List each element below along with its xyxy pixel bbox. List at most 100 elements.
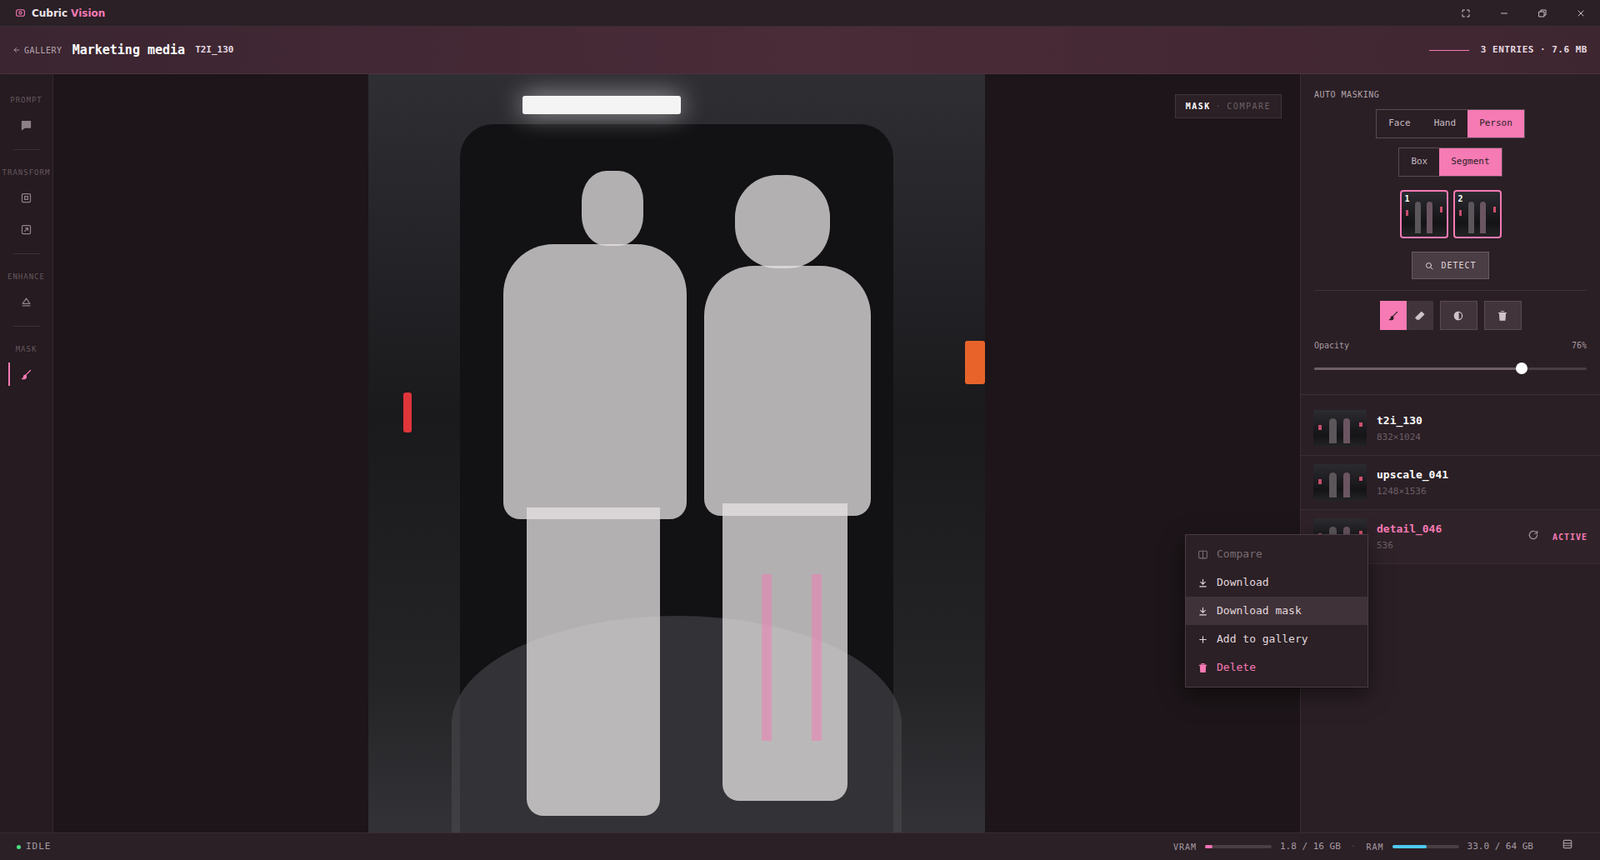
- mask-icon: [20, 368, 33, 381]
- rail-items: [0, 287, 53, 316]
- refresh-icon: [1527, 529, 1540, 541]
- window-control-button[interactable]: [1485, 0, 1524, 26]
- thumb-accent: [1318, 425, 1322, 430]
- detection-thumbnail[interactable]: 2: [1453, 190, 1502, 239]
- thumb-accent: [1440, 206, 1443, 212]
- entry-size: 536: [1376, 540, 1442, 551]
- window-control-button[interactable]: [1446, 0, 1485, 26]
- invert-tool[interactable]: [1440, 300, 1478, 330]
- thumb-figure: [1415, 201, 1422, 234]
- entry-row[interactable]: upscale_041 1248×1536: [1300, 455, 1600, 510]
- rail-item[interactable]: [0, 183, 53, 212]
- context-menu-label[interactable]: Add to gallery: [1216, 630, 1309, 648]
- window-control-button[interactable]: [1523, 0, 1562, 26]
- thumb-figure: [1426, 201, 1433, 234]
- status-text: IDLE: [25, 840, 52, 855]
- entry-row[interactable]: t2i_130 832×1024: [1300, 401, 1600, 456]
- context-menu-item[interactable]: Delete: [1185, 653, 1368, 682]
- crop-icon: [20, 191, 33, 205]
- resize-icon: [20, 223, 33, 236]
- brush-tool[interactable]: [1380, 300, 1407, 330]
- download-icon: [1197, 577, 1209, 589]
- status-state: IDLE: [16, 840, 52, 855]
- app-window: CubricVision GALLERY Marketing media T2I_13…: [0, 0, 1600, 860]
- rail-section: TRANSFORM: [0, 166, 53, 244]
- meter-label: VRAM: [1173, 840, 1197, 854]
- brand-name: CubricVision: [31, 5, 105, 21]
- rail-section-label: ENHANCE: [7, 270, 45, 283]
- meter-fill: [1205, 845, 1213, 849]
- context-menu: Compare Download Download mask Add to galle…: [1185, 534, 1369, 688]
- invert-icon: [1452, 310, 1465, 322]
- photo-red-light: [403, 392, 412, 433]
- detect-label[interactable]: DETECT: [1440, 259, 1476, 272]
- resource-meters: VRAM1.8 / 16 GB·RAM33.0 / 64 GB: [1173, 838, 1574, 855]
- thumb-accent: [1318, 479, 1322, 485]
- rail-item[interactable]: [0, 215, 53, 244]
- entry-name: upscale_041: [1376, 468, 1449, 482]
- mask-body: [503, 244, 687, 520]
- clear-tool[interactable]: [1484, 300, 1522, 330]
- meter-separator: ·: [1349, 840, 1359, 855]
- rail-items: [0, 110, 53, 140]
- inspector-panel: AUTO MASKINGFaceHandPersonBoxSegment12DE…: [1300, 74, 1600, 833]
- rail-items: [0, 360, 53, 389]
- mask-legs: [526, 507, 660, 816]
- toggle-separator: ·: [1215, 100, 1223, 113]
- segment-button[interactable]: Segment: [1439, 148, 1501, 176]
- thumb-accent: [1493, 206, 1496, 212]
- title-bar: CubricVision: [0, 0, 1600, 27]
- detection-number: 1: [1405, 192, 1410, 205]
- meter-reading: 33.0 / 64 GB: [1467, 840, 1534, 855]
- entry-thumbnail: [1313, 464, 1367, 501]
- entry-name: t2i_130: [1376, 414, 1423, 428]
- view-toggle-option[interactable]: MASK: [1185, 100, 1211, 113]
- thumb-figure: [1329, 418, 1337, 445]
- context-menu-item[interactable]: Add to gallery: [1185, 625, 1368, 654]
- back-button[interactable]: GALLERY: [12, 44, 63, 57]
- rail-item[interactable]: [0, 110, 53, 140]
- entry-name: detail_046: [1376, 522, 1442, 536]
- detections: 12: [1400, 190, 1502, 239]
- meter-reading: 1.8 / 16 GB: [1280, 840, 1341, 855]
- brush-icon: [1387, 310, 1400, 322]
- context-menu-label[interactable]: Download: [1216, 574, 1270, 591]
- detection-thumbnail[interactable]: 1: [1400, 190, 1449, 239]
- storage-button[interactable]: [1561, 838, 1574, 855]
- collection-title: Marketing media: [72, 40, 185, 60]
- rail-section-label: PROMPT: [10, 94, 43, 106]
- header-bar: GALLERY Marketing media T2I_130 3 ENTRIES ·…: [0, 26, 1600, 75]
- close-icon: [1575, 8, 1586, 19]
- entry-text: t2i_130 832×1024: [1376, 414, 1423, 443]
- segment-button[interactable]: Person: [1467, 110, 1525, 138]
- segment-button[interactable]: Box: [1399, 148, 1440, 176]
- rail-item[interactable]: [0, 287, 53, 316]
- opacity-thumb[interactable]: [1515, 362, 1528, 375]
- rail-items: [0, 183, 53, 244]
- context-menu-item[interactable]: Download mask: [1185, 596, 1368, 625]
- context-menu-label[interactable]: Download mask: [1216, 602, 1302, 620]
- refresh-button[interactable]: [1527, 526, 1540, 547]
- panel-divider: [1314, 290, 1587, 291]
- context-menu-label[interactable]: Delete: [1216, 659, 1256, 676]
- header-left: GALLERY Marketing media T2I_130: [12, 40, 234, 60]
- rail-section: MASK: [0, 343, 53, 389]
- entry-id: T2I_130: [195, 43, 234, 58]
- compare-icon: [1197, 549, 1209, 560]
- entry-size: 1248×1536: [1376, 485, 1449, 497]
- segment-button[interactable]: Hand: [1422, 110, 1469, 138]
- header-right: 3 ENTRIES · 7.6 MB: [1429, 43, 1588, 58]
- context-menu-item: Compare: [1185, 540, 1368, 569]
- opacity-track[interactable]: [1314, 367, 1587, 370]
- segment-button[interactable]: Face: [1376, 110, 1423, 138]
- detect-button[interactable]: DETECT: [1411, 251, 1489, 280]
- section-title: AUTO MASKING: [1300, 89, 1600, 101]
- view-toggle-option[interactable]: COMPARE: [1226, 100, 1271, 113]
- entry-size: 832×1024: [1376, 431, 1423, 443]
- rail-item[interactable]: [0, 360, 53, 389]
- eraser-tool[interactable]: [1406, 300, 1434, 330]
- download-icon: [1197, 605, 1209, 617]
- window-control-button[interactable]: [1561, 0, 1600, 26]
- context-menu-item[interactable]: Download: [1185, 568, 1368, 597]
- back-label[interactable]: GALLERY: [24, 44, 63, 57]
